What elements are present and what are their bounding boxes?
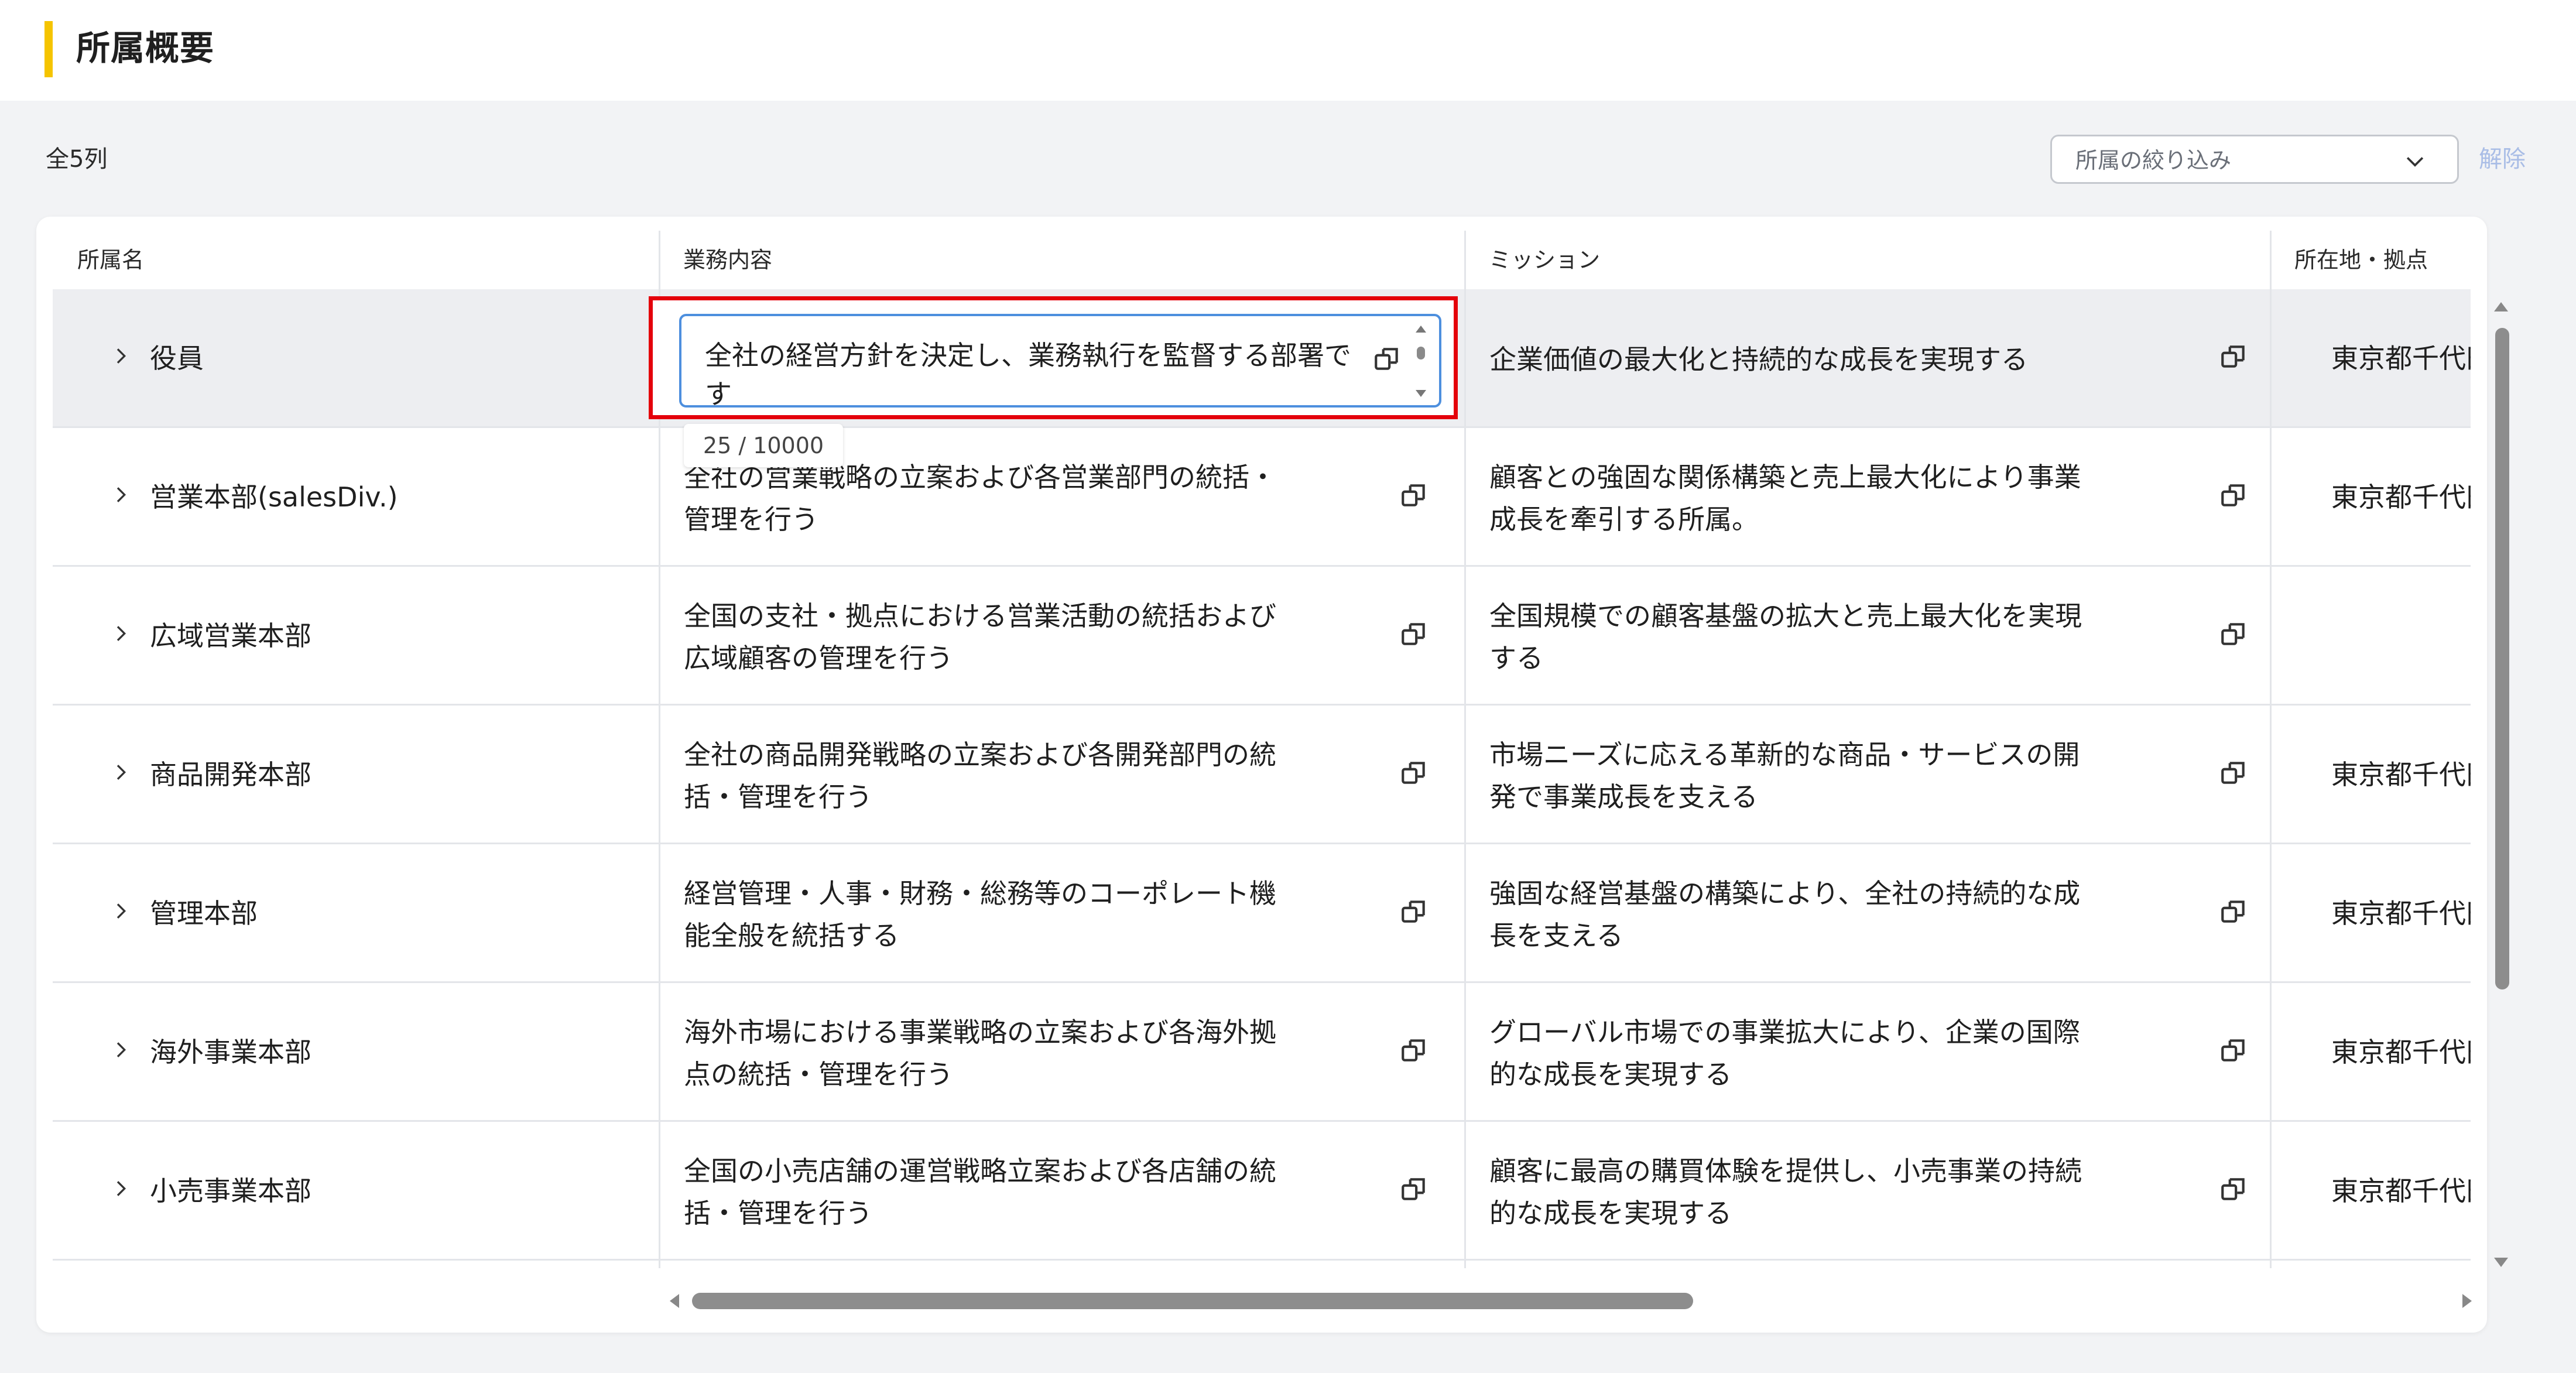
row-name: 営業本部(salesDiv.) [150, 481, 398, 513]
scroll-right-arrow-icon[interactable] [2458, 1292, 2475, 1310]
column-header-location[interactable]: 所在地・拠点 [2270, 231, 2471, 289]
open-in-new-icon[interactable] [2219, 897, 2248, 926]
column-divider [1464, 231, 1466, 1268]
row-mission: 顧客との強固な関係構築と売上最大化により事業 成長を牽引する所属。 [1489, 461, 2081, 535]
department-filter-select[interactable]: 所属の絞り込み [2050, 135, 2459, 184]
character-counter: 25 / 10000 [684, 424, 843, 467]
row-name: 役員 [150, 343, 204, 374]
horizontal-scrollbar-thumb[interactable] [692, 1293, 1693, 1309]
table-row[interactable]: 営業本部(salesDiv.) 全社の営業戦略の立案および各営業部門の統括・ 管… [53, 428, 2471, 567]
open-in-new-icon[interactable] [1372, 344, 1402, 374]
row-count-label: 全5列 [46, 146, 108, 173]
open-in-new-icon[interactable] [1399, 897, 1429, 926]
row-business: 全社の営業戦略の立案および各営業部門の統括・ 管理を行う [684, 461, 1276, 535]
row-name: 小売事業本部 [150, 1175, 311, 1207]
chevron-down-icon [2406, 157, 2424, 167]
table-header-row: 所属名 業務内容 ミッション 所在地・拠点 [53, 231, 2471, 291]
chevron-right-icon[interactable] [109, 483, 132, 506]
row-mission: 企業価値の最大化と持続的な成長を実現する [1489, 344, 2028, 375]
scroll-left-arrow-icon[interactable] [666, 1292, 684, 1310]
row-name: 管理本部 [150, 898, 258, 929]
table-row[interactable]: 商品開発本部 全社の商品開発戦略の立案および各開発部門の統 括・管理を行う 市場… [53, 706, 2471, 844]
row-location: 東京都千代田区 [2331, 481, 2471, 513]
row-name: 商品開発本部 [150, 759, 311, 790]
open-in-new-icon[interactable] [1399, 758, 1429, 787]
row-business: 全社の商品開発戦略の立案および各開発部門の統 括・管理を行う [684, 739, 1276, 813]
row-name: 海外事業本部 [150, 1036, 311, 1068]
open-in-new-icon[interactable] [2219, 1036, 2248, 1065]
open-in-new-icon[interactable] [1399, 481, 1429, 510]
chevron-right-icon[interactable] [109, 1177, 132, 1200]
chevron-right-icon[interactable] [109, 761, 132, 784]
page-title: 所属概要 [76, 28, 215, 68]
table-row[interactable]: 管理本部 経営管理・人事・財務・総務等のコーポレート機 能全般を統括する 強固な… [53, 844, 2471, 983]
column-divider [2270, 231, 2272, 1268]
filter-placeholder: 所属の絞り込み [2075, 148, 2232, 173]
chevron-right-icon[interactable] [109, 1038, 132, 1062]
vertical-scrollbar-thumb[interactable] [2495, 328, 2509, 989]
chevron-right-icon[interactable] [109, 344, 132, 368]
row-location: 東京都千代田区 [2331, 898, 2471, 929]
row-location: 東京都千代田区 [2331, 1175, 2471, 1207]
open-in-new-icon[interactable] [1399, 619, 1429, 649]
row-mission: グローバル市場での事業拡大により、企業の国際 的な成長を実現する [1489, 1016, 2080, 1090]
open-in-new-icon[interactable] [2219, 481, 2248, 510]
open-in-new-icon[interactable] [2219, 619, 2248, 649]
table-row[interactable]: 小売事業本部 全国の小売店舗の運営戦略立案および各店舗の統 括・管理を行う 顧客… [53, 1122, 2471, 1261]
column-header-mission[interactable]: ミッション [1464, 231, 2270, 289]
business-content-textarea[interactable]: 全社の経営方針を決定し、業務執行を監督する部署です [679, 314, 1441, 408]
open-in-new-icon[interactable] [1399, 1175, 1429, 1204]
row-mission: 市場ニーズに応える革新的な商品・サービスの開 発で事業成長を支える [1489, 739, 2080, 813]
row-mission: 顧客に最高の購買体験を提供し、小売事業の持続 的な成長を実現する [1489, 1155, 2082, 1229]
column-header-name[interactable]: 所属名 [53, 231, 659, 289]
chevron-right-icon[interactable] [109, 899, 132, 923]
row-mission: 全国規模での顧客基盤の拡大と売上最大化を実現 する [1489, 600, 2082, 674]
row-location: 東京都千代田区 [2331, 1036, 2471, 1068]
row-business: 経営管理・人事・財務・総務等のコーポレート機 能全般を統括する [684, 878, 1276, 951]
open-in-new-icon[interactable] [2219, 342, 2248, 371]
textarea-value: 全社の経営方針を決定し、業務執行を監督する部署です [705, 340, 1351, 408]
row-mission: 強固な経営基盤の構築により、全社の持続的な成 長を支える [1489, 878, 2081, 951]
open-in-new-icon[interactable] [2219, 1175, 2248, 1204]
clear-filter-link[interactable]: 解除 [2479, 144, 2526, 174]
title-accent-bar [44, 21, 53, 77]
row-business: 全国の小売店舗の運営戦略立案および各店舗の統 括・管理を行う [684, 1155, 1276, 1229]
column-header-business[interactable]: 業務内容 [659, 231, 1464, 289]
row-location: 東京都千代田区 [2331, 343, 2471, 374]
row-name: 広域営業本部 [150, 620, 311, 652]
row-business: 海外市場における事業戦略の立案および各海外拠 点の統括・管理を行う [684, 1016, 1276, 1090]
textarea-scrollbar[interactable] [1412, 322, 1430, 400]
row-business: 全国の支社・拠点における営業活動の統括および 広域顧客の管理を行う [684, 600, 1276, 674]
table-row[interactable]: 広域営業本部 全国の支社・拠点における営業活動の統括および 広域顧客の管理を行う… [53, 567, 2471, 706]
open-in-new-icon[interactable] [1399, 1036, 1429, 1065]
open-in-new-icon[interactable] [2219, 758, 2248, 787]
table-row[interactable]: 海外事業本部 海外市場における事業戦略の立案および各海外拠 点の統括・管理を行う… [53, 983, 2471, 1122]
page-header: 所属概要 [0, 0, 2576, 101]
chevron-right-icon[interactable] [109, 622, 132, 645]
row-location: 東京都千代田区 [2331, 759, 2471, 790]
